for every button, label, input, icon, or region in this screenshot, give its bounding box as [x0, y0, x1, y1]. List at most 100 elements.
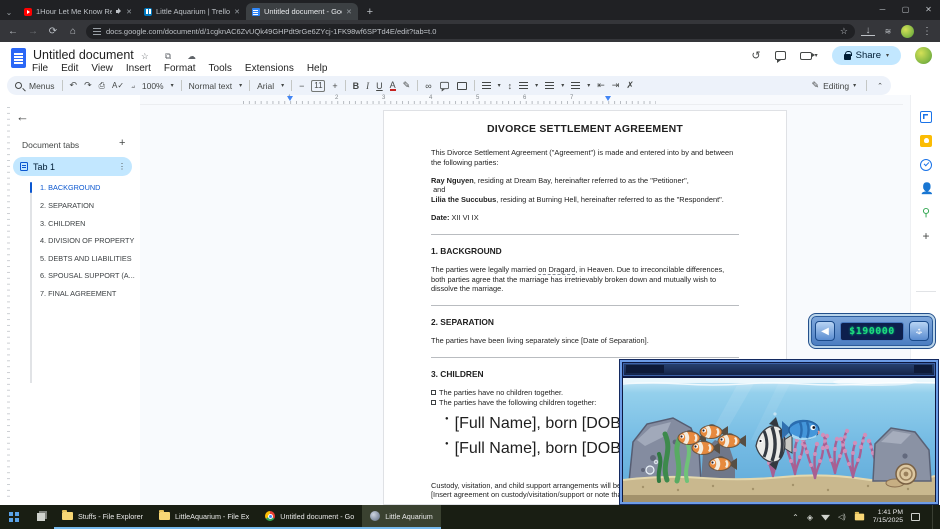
- font-select[interactable]: Arial: [257, 81, 274, 91]
- menus-button[interactable]: Menus: [29, 81, 55, 91]
- close-button[interactable]: ✕: [917, 0, 940, 18]
- task-view-button[interactable]: [28, 505, 54, 529]
- address-bar[interactable]: docs.google.com/document/d/1cgknAC6ZvUQk…: [86, 24, 855, 39]
- print-icon[interactable]: ⎙: [99, 81, 105, 91]
- maps-icon[interactable]: ⚲: [920, 207, 932, 219]
- paragraph-style-select[interactable]: Normal text: [189, 81, 232, 91]
- highlight-button[interactable]: ✎: [403, 80, 411, 91]
- collapse-toolbar-icon[interactable]: ⌃: [877, 82, 883, 90]
- outline-item-property[interactable]: 4. DIVISION OF PROPERTY: [40, 236, 138, 245]
- dropbox-icon[interactable]: ◈: [807, 513, 813, 522]
- align-icon[interactable]: [482, 82, 491, 89]
- editing-mode-select[interactable]: ✎ Editing ▾: [812, 80, 857, 91]
- bulleted-list-icon[interactable]: [545, 82, 554, 89]
- aquarium-game-window[interactable]: [620, 360, 938, 504]
- line-spacing-icon[interactable]: ↕: [508, 81, 513, 91]
- volume-icon[interactable]: ◁): [838, 513, 846, 521]
- start-button[interactable]: [0, 505, 28, 529]
- outline-item-children[interactable]: 3. CHILDREN: [40, 219, 138, 228]
- new-tab-button[interactable]: +: [362, 4, 378, 20]
- aquarium-title-bar[interactable]: [623, 363, 935, 376]
- font-size-decrease[interactable]: −: [299, 81, 304, 91]
- insert-comment-icon[interactable]: [440, 82, 449, 89]
- doc-tab-1[interactable]: Tab 1 ⋮: [13, 157, 132, 176]
- browser-profile-avatar[interactable]: [901, 25, 914, 38]
- tasks-icon[interactable]: [920, 159, 932, 171]
- downloads-icon[interactable]: ↓: [861, 26, 875, 36]
- text-color-button[interactable]: A: [390, 81, 396, 91]
- google-docs-icon[interactable]: [11, 48, 26, 68]
- redo-icon[interactable]: ↷: [84, 80, 92, 91]
- tray-expand-icon[interactable]: ⌃: [792, 513, 799, 522]
- indent-decrease-icon[interactable]: ⇤: [597, 80, 605, 91]
- menu-format[interactable]: Format: [164, 63, 196, 74]
- version-history-icon[interactable]: ↺: [751, 49, 760, 62]
- zoom-select[interactable]: 100%: [142, 81, 164, 91]
- italic-button[interactable]: I: [366, 81, 369, 91]
- menu-insert[interactable]: Insert: [126, 63, 151, 74]
- underline-button[interactable]: U: [376, 81, 383, 91]
- checklist-icon[interactable]: [519, 82, 528, 89]
- extensions-icon[interactable]: ≋: [881, 27, 895, 36]
- browser-tab-docs-active[interactable]: Untitled document - Google D ✕: [246, 3, 358, 20]
- taskbar-app-littleaquarium-folder[interactable]: LittleAquarium - File Ex: [151, 505, 257, 529]
- browser-tab-trello[interactable]: Little Aquarium | Trello ✕: [138, 3, 246, 20]
- outline-item-separation[interactable]: 2. SEPARATION: [40, 201, 138, 210]
- menu-tools[interactable]: Tools: [209, 63, 232, 74]
- reload-icon[interactable]: ⟳: [46, 26, 60, 37]
- tab-close-icon[interactable]: ✕: [126, 8, 132, 16]
- menu-edit[interactable]: Edit: [61, 63, 78, 74]
- right-indent-marker[interactable]: [605, 96, 611, 101]
- meet-icon[interactable]: ▾: [800, 52, 818, 60]
- comments-icon[interactable]: [775, 51, 786, 60]
- font-size-increase[interactable]: +: [332, 81, 337, 91]
- font-size-field[interactable]: 11: [311, 80, 325, 92]
- add-tab-icon[interactable]: +: [119, 137, 125, 149]
- horizontal-ruler[interactable]: 1 2 3 4 5 6 7: [140, 95, 903, 105]
- menu-view[interactable]: View: [91, 63, 113, 74]
- indent-increase-icon[interactable]: ⇥: [612, 80, 620, 91]
- docs-profile-avatar[interactable]: [915, 47, 932, 64]
- outline-item-support[interactable]: 6. SPOUSAL SUPPORT (A...: [40, 271, 138, 280]
- home-icon[interactable]: ⌂: [66, 26, 80, 37]
- title-action-icons[interactable]: ☆ ⧉ ☁: [141, 51, 203, 62]
- insert-image-icon[interactable]: [457, 82, 467, 90]
- get-addons-icon[interactable]: +: [920, 230, 932, 242]
- back-arrow-icon[interactable]: ←: [16, 109, 29, 124]
- wifi-icon[interactable]: [821, 514, 830, 521]
- tab-close-icon[interactable]: ✕: [234, 8, 240, 16]
- browser-tab-youtube[interactable]: 1Hour Let Me Know Remi ✕: [18, 3, 138, 20]
- widget-move-handle[interactable]: ↔↕: [909, 321, 929, 341]
- left-indent-marker[interactable]: [287, 96, 293, 101]
- show-desktop-strip[interactable]: [932, 505, 936, 529]
- taskbar-app-chrome[interactable]: Untitled document - Go: [257, 505, 362, 529]
- taskbar-clock[interactable]: 1:41 PM 7/15/2025: [873, 509, 903, 525]
- undo-icon[interactable]: ↶: [70, 80, 78, 91]
- numbered-list-icon[interactable]: [571, 82, 580, 89]
- paint-format-icon[interactable]: ⟓: [131, 81, 135, 91]
- outline-item-debts[interactable]: 5. DEBTS AND LIABILITIES: [40, 254, 138, 263]
- tab-close-icon[interactable]: ✕: [346, 8, 352, 16]
- share-button[interactable]: Share▾: [832, 46, 901, 65]
- keep-icon[interactable]: [920, 135, 932, 147]
- menu-help[interactable]: Help: [307, 63, 328, 74]
- audio-playing-icon[interactable]: [116, 8, 122, 15]
- tab-search-icon[interactable]: ⌄: [0, 4, 18, 20]
- taskbar-app-little-aquarium-game[interactable]: Little Aquarium: [362, 505, 441, 529]
- spellcheck-icon[interactable]: A✓: [112, 81, 124, 90]
- game-money-widget[interactable]: ◀ $190000 ↔↕: [809, 314, 935, 348]
- browser-menu-icon[interactable]: ⋮: [920, 26, 934, 37]
- insert-link-icon[interactable]: ∞: [425, 81, 431, 91]
- document-title[interactable]: Untitled document: [33, 48, 134, 62]
- tray-folder-icon[interactable]: [855, 514, 864, 521]
- minimize-button[interactable]: ─: [871, 0, 894, 18]
- site-settings-icon[interactable]: [93, 28, 101, 35]
- outline-item-background[interactable]: 1. BACKGROUND: [40, 183, 138, 192]
- back-icon[interactable]: ←: [6, 26, 20, 37]
- outline-item-final[interactable]: 7. FINAL AGREEMENT: [40, 289, 138, 298]
- forward-icon[interactable]: →: [26, 26, 40, 37]
- notification-center-icon[interactable]: [911, 513, 920, 521]
- menu-file[interactable]: File: [32, 63, 48, 74]
- clear-formatting-icon[interactable]: ✗: [626, 80, 634, 91]
- bookmark-star-icon[interactable]: ☆: [840, 26, 848, 37]
